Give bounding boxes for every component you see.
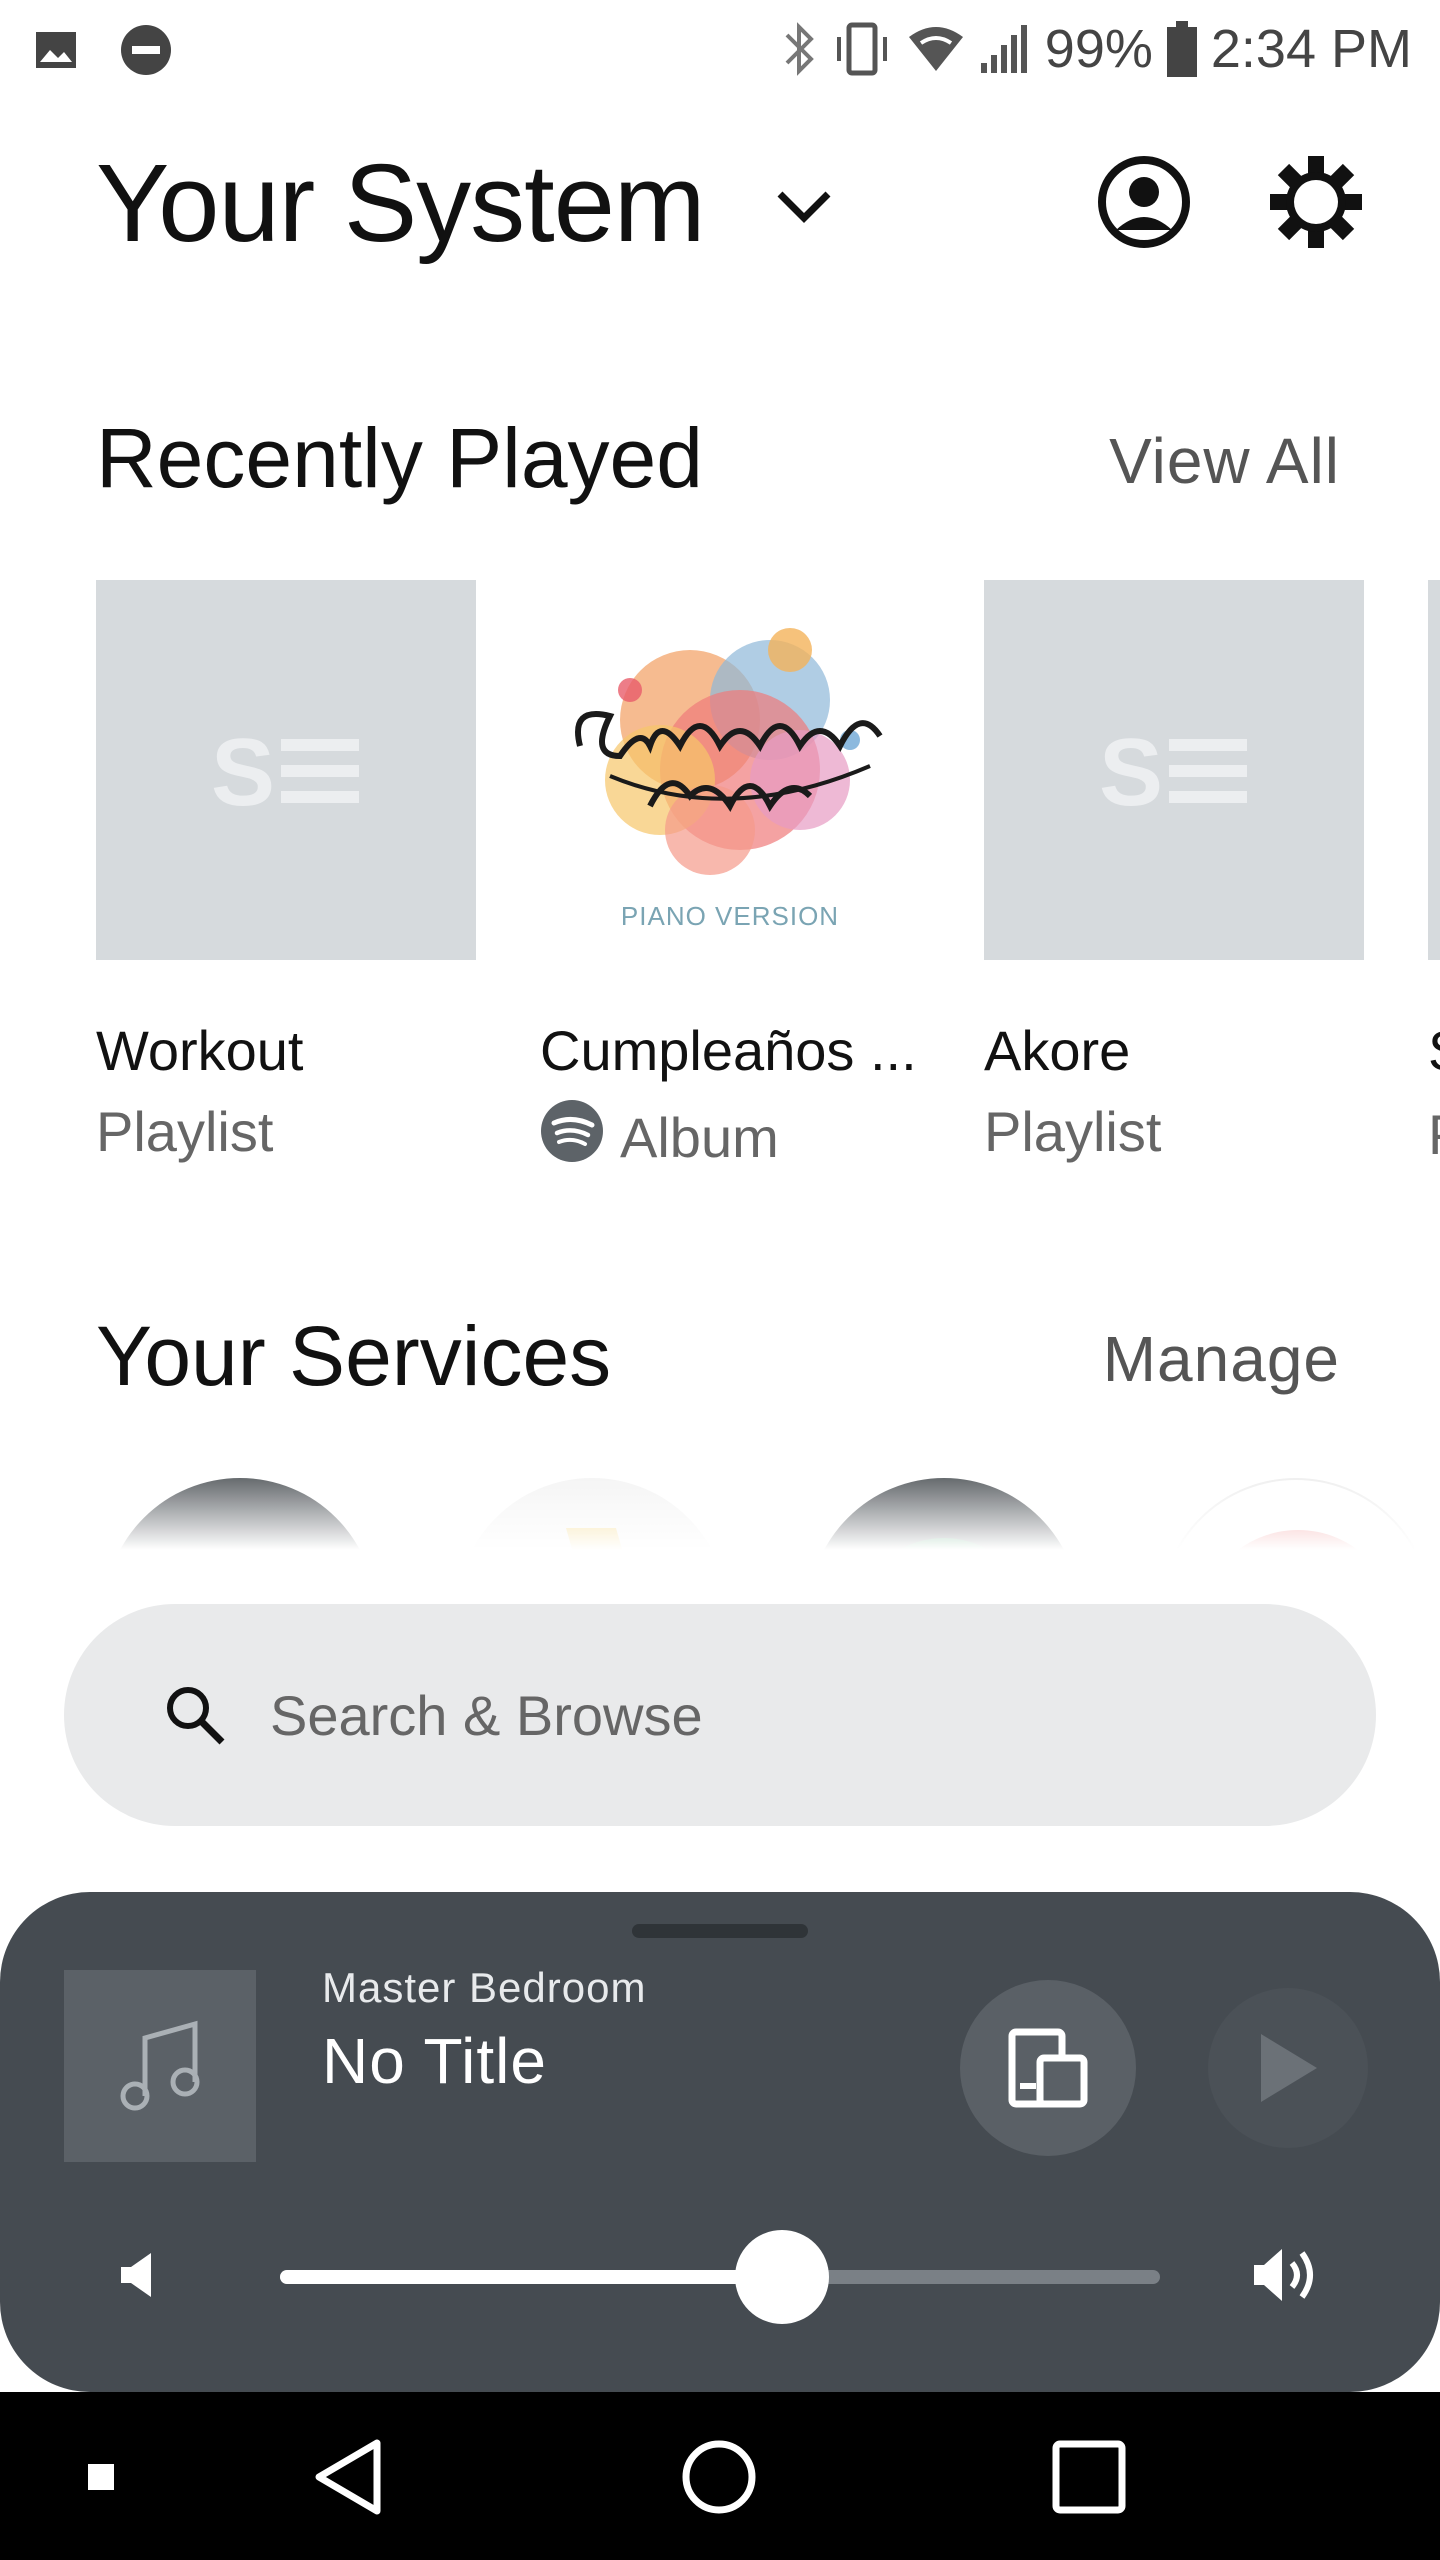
your-services-heading: Your Services xyxy=(96,1309,612,1403)
now-playing-title: No Title xyxy=(322,2025,547,2097)
recents-button[interactable] xyxy=(1034,2422,1144,2532)
bluetooth-icon xyxy=(783,21,817,77)
search-icon xyxy=(160,1680,230,1750)
gallery-icon xyxy=(34,28,78,72)
status-bar: 99% 2:34 PM xyxy=(0,0,1440,98)
clock: 2:34 PM xyxy=(1210,19,1412,79)
recent-item-subtitle: Album xyxy=(620,1106,779,1169)
view-all-link[interactable]: View All xyxy=(1109,424,1340,498)
volume-slider[interactable] xyxy=(280,2230,1160,2324)
volume-slider-fill xyxy=(280,2270,782,2284)
music-note-icon xyxy=(120,2020,200,2111)
recently-played-heading: Recently Played xyxy=(96,411,703,505)
manage-link[interactable]: Manage xyxy=(1103,1322,1340,1396)
script-lettering xyxy=(575,711,883,812)
back-icon xyxy=(315,2439,381,2515)
recent-item-akore[interactable]: S Akore Playlist xyxy=(984,580,1364,1164)
account-icon xyxy=(1098,156,1190,248)
playlist-placeholder-icon: S xyxy=(211,725,359,815)
page-title[interactable]: Your System xyxy=(96,140,706,267)
volume-up-icon xyxy=(1254,2249,1313,2301)
recent-item-subtitle: Playlist xyxy=(96,1100,274,1163)
album-art-caption: PIANO VERSION xyxy=(620,901,840,931)
volume-up-button[interactable] xyxy=(1250,2242,1322,2308)
recent-item-subtitle: Playlist xyxy=(984,1100,1162,1163)
back-button[interactable] xyxy=(296,2422,406,2532)
home-button[interactable] xyxy=(664,2422,774,2532)
rooms-icon xyxy=(1008,2028,1088,2108)
search-placeholder: Search & Browse xyxy=(270,1683,703,1747)
play-icon xyxy=(1261,2034,1317,2102)
group-rooms-button[interactable] xyxy=(960,1980,1136,2156)
vibrate-icon xyxy=(831,21,893,77)
recent-item-partial-subtitle: P xyxy=(1428,1102,1440,1167)
now-playing-panel[interactable]: Master Bedroom No Title xyxy=(0,1892,1440,2392)
volume-slider-thumb[interactable] xyxy=(735,2230,829,2324)
recent-item-partial-title: S xyxy=(1428,1018,1440,1083)
recent-item-cumpleanos[interactable]: PIANO VERSION Cumpleaños ... Album xyxy=(540,580,920,1176)
signal-icon xyxy=(979,23,1031,75)
recent-item-title: Workout xyxy=(96,1019,304,1082)
now-playing-room[interactable]: Master Bedroom xyxy=(322,1964,646,2012)
album-art: PIANO VERSION xyxy=(540,580,920,960)
drag-handle[interactable] xyxy=(632,1924,808,1938)
volume-down-icon xyxy=(121,2253,151,2297)
wifi-icon xyxy=(907,25,965,73)
home-icon xyxy=(682,2440,756,2514)
nav-extra-button[interactable] xyxy=(46,2422,156,2532)
album-art-script xyxy=(550,676,910,848)
system-nav-bar xyxy=(0,2392,1440,2560)
square-small-icon xyxy=(88,2464,114,2490)
svg-text:S: S xyxy=(1099,725,1163,815)
recent-item-title: Akore xyxy=(984,1019,1131,1082)
playlist-art: S xyxy=(984,580,1364,960)
battery-icon xyxy=(1166,21,1197,77)
recent-item-partial[interactable] xyxy=(1428,580,1440,960)
volume-down-button[interactable] xyxy=(112,2250,162,2300)
settings-icon xyxy=(1270,156,1362,248)
search-bar[interactable]: Search & Browse xyxy=(64,1604,1376,1826)
account-button[interactable] xyxy=(1094,152,1194,252)
battery-percent: 99% xyxy=(1044,19,1153,79)
chevron-down-icon[interactable] xyxy=(768,170,840,242)
recents-icon xyxy=(1052,2440,1126,2514)
spotify-icon xyxy=(540,1099,604,1176)
svg-text:S: S xyxy=(211,725,275,815)
services-fade xyxy=(0,1470,1440,1570)
recent-item-workout[interactable]: S Workout Playlist xyxy=(96,580,476,1164)
recent-item-subtitle-row: Album xyxy=(540,1099,920,1176)
recent-item-title: Cumpleaños ... xyxy=(540,1019,917,1082)
playlist-art: S xyxy=(96,580,476,960)
now-playing-art xyxy=(64,1970,256,2162)
play-button[interactable] xyxy=(1208,1988,1368,2148)
do-not-disturb-icon xyxy=(120,24,172,76)
playlist-placeholder-icon: S xyxy=(1099,725,1247,815)
settings-button[interactable] xyxy=(1264,150,1368,254)
